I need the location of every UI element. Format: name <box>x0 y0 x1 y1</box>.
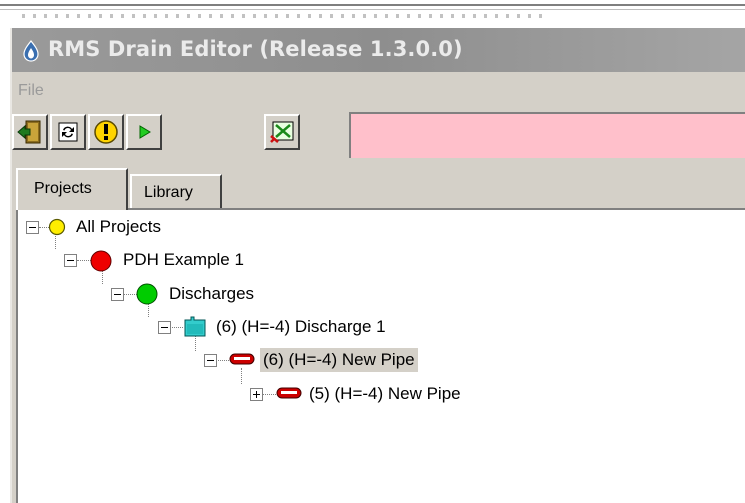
pipe-icon <box>229 353 255 365</box>
background-text-fragment <box>22 14 542 18</box>
pipe-icon <box>276 387 302 399</box>
red-status-icon <box>90 250 112 272</box>
tree-node-pipe-2[interactable]: (5) (H=-4) New Pipe <box>306 382 464 406</box>
network-button[interactable] <box>264 114 300 150</box>
tree-connector <box>215 360 229 362</box>
expander-project[interactable] <box>64 254 77 267</box>
exit-button[interactable] <box>12 114 48 150</box>
tree-connector <box>170 327 183 329</box>
expander-pipe-1[interactable] <box>204 354 217 367</box>
toolbar <box>12 110 745 162</box>
status-field <box>349 112 745 158</box>
expander-pipe-2[interactable] <box>250 388 263 401</box>
tree-connector <box>55 234 57 249</box>
background-window-strip <box>0 0 745 28</box>
tree-connector <box>195 336 197 351</box>
title-bar[interactable]: RMS Drain Editor (Release 1.3.0.0) <box>12 28 745 72</box>
expander-all-projects[interactable] <box>26 221 39 234</box>
tree-node-pipe-1[interactable]: (6) (H=-4) New Pipe <box>260 348 418 372</box>
expander-discharge-1[interactable] <box>158 321 171 334</box>
window-title: RMS Drain Editor (Release 1.3.0.0) <box>48 37 463 61</box>
tree-connector <box>77 260 91 262</box>
green-status-icon <box>136 283 158 305</box>
network-icon <box>270 121 294 143</box>
tree-node-discharge-1[interactable]: (6) (H=-4) Discharge 1 <box>213 315 389 339</box>
tree-node-project[interactable]: PDH Example 1 <box>120 248 247 272</box>
exit-door-icon <box>17 120 41 144</box>
validate-button[interactable] <box>88 114 124 150</box>
menu-file[interactable]: File <box>18 82 44 100</box>
refresh-icon <box>58 122 78 142</box>
discharge-tank-icon <box>184 316 206 337</box>
app-window: RMS Drain Editor (Release 1.3.0.0) File <box>10 28 745 503</box>
tree-node-all-projects[interactable]: All Projects <box>73 215 164 239</box>
tab-library[interactable]: Library <box>130 174 222 208</box>
menu-bar: File <box>12 72 745 110</box>
yellow-status-icon <box>48 218 66 236</box>
expander-discharges[interactable] <box>111 288 124 301</box>
run-button[interactable] <box>126 114 162 150</box>
tree-connector <box>123 294 137 296</box>
tree-node-discharges[interactable]: Discharges <box>166 282 257 306</box>
tab-strip: Projects Library <box>12 162 745 210</box>
refresh-button[interactable] <box>50 114 86 150</box>
project-tree: All Projects PDH Example 1 Discharges (6… <box>16 208 745 503</box>
background-divider <box>0 4 745 6</box>
play-icon <box>139 125 151 139</box>
tree-connector <box>241 368 243 384</box>
tab-projects-label: Projects <box>34 180 92 197</box>
tab-projects[interactable]: Projects <box>16 168 128 210</box>
app-flame-icon <box>23 40 39 62</box>
tab-library-label: Library <box>144 184 193 201</box>
warning-icon <box>94 120 118 144</box>
background-divider <box>0 9 745 10</box>
